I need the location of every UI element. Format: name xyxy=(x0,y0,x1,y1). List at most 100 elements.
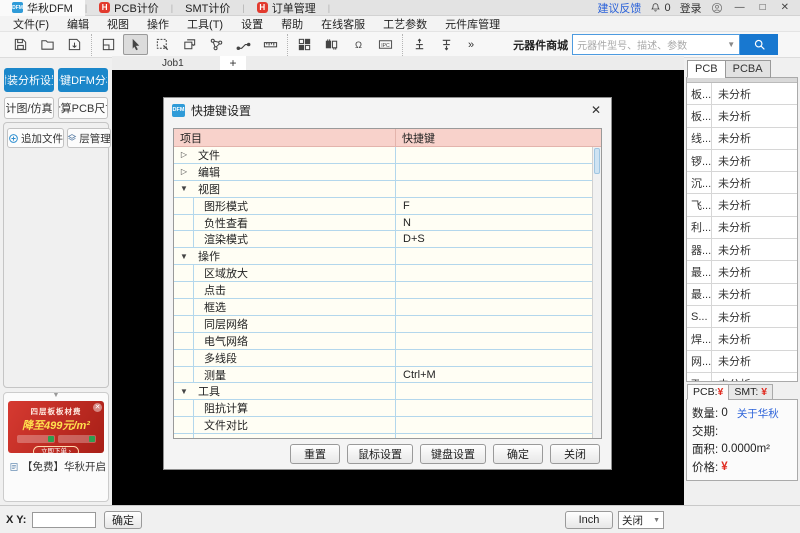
analysis-row[interactable]: 线...未分析 xyxy=(687,128,797,150)
scrollbar-thumb[interactable] xyxy=(594,148,600,174)
shortcut-row[interactable]: 电气网络 xyxy=(174,333,592,350)
probe-bottom-icon[interactable] xyxy=(434,34,459,55)
collapsed-icon[interactable]: ▷ xyxy=(174,147,194,163)
zoom-window-icon[interactable] xyxy=(150,34,175,55)
row-gutter[interactable] xyxy=(174,434,194,438)
menu-item[interactable]: 设置 xyxy=(232,16,272,32)
tab-smt-price[interactable]: SMT: ¥ xyxy=(728,384,773,400)
row-gutter[interactable] xyxy=(174,417,194,433)
promo-notice[interactable]: 【免费】华秋开启… xyxy=(9,459,105,474)
analysis-row[interactable]: 沉...未分析 xyxy=(687,172,797,194)
expanded-icon[interactable]: ▼ xyxy=(174,383,194,399)
shortcut-row[interactable]: 图形模式F xyxy=(174,198,592,215)
component-icon[interactable] xyxy=(319,34,344,55)
shortcut-row[interactable]: 测量Ctrl+M xyxy=(174,367,592,384)
menu-item[interactable]: 视图 xyxy=(98,16,138,32)
row-gutter[interactable] xyxy=(174,350,194,366)
select-icon[interactable] xyxy=(123,34,148,55)
row-gutter[interactable] xyxy=(174,282,194,298)
xy-confirm-button[interactable]: 确定 xyxy=(104,511,142,529)
menu-item[interactable]: 帮助 xyxy=(272,16,312,32)
shortcut-row[interactable]: ▷编辑 xyxy=(174,164,592,181)
shortcut-row[interactable]: 阻抗计算 xyxy=(174,400,592,417)
promo-banner[interactable]: ✕ 四层板板材费 降至499元/m² 立即下单 › xyxy=(8,401,104,453)
shortcut-row[interactable]: ▼工具 xyxy=(174,383,592,400)
fit-view-icon[interactable] xyxy=(96,34,121,55)
row-gutter[interactable] xyxy=(174,316,194,332)
ipc-netlist-icon[interactable]: IPC xyxy=(373,34,398,55)
promo-close-icon[interactable]: ✕ xyxy=(93,403,102,412)
dialog-button[interactable]: 确定 xyxy=(493,444,543,464)
net-nodes-icon[interactable] xyxy=(204,34,229,55)
menu-item[interactable]: 在线客服 xyxy=(312,16,374,32)
analysis-row[interactable]: 利...未分析 xyxy=(687,217,797,239)
app-tab[interactable]: SMT计价 xyxy=(173,0,242,16)
promo-order-button[interactable]: 立即下单 › xyxy=(33,446,79,453)
calc-pcb-size-button[interactable]: 计算PCB尺寸 xyxy=(58,97,108,119)
shortcut-row[interactable]: ▷文件 xyxy=(174,147,592,164)
app-tab[interactable]: DFM华秋DFM xyxy=(0,0,85,16)
shortcut-row[interactable]: 框选 xyxy=(174,299,592,316)
save-icon[interactable] xyxy=(8,34,33,55)
rotate-select-icon[interactable] xyxy=(177,34,202,55)
analysis-row[interactable]: 飞...未分析 xyxy=(687,194,797,216)
expanded-icon[interactable]: ▼ xyxy=(174,248,194,264)
probe-top-icon[interactable] xyxy=(407,34,432,55)
shortcut-row[interactable]: 点击 xyxy=(174,282,592,299)
app-tab[interactable]: H订单管理 xyxy=(245,0,328,16)
measure-ruler-icon[interactable] xyxy=(258,34,283,55)
analysis-row[interactable]: 孔...未分析 xyxy=(687,373,797,382)
append-file-button[interactable]: 追加文件 xyxy=(7,128,64,148)
analysis-row[interactable]: S...未分析 xyxy=(687,306,797,328)
tab-pcb[interactable]: PCB xyxy=(687,60,726,78)
design-sim-button[interactable]: 设计图/仿真图 xyxy=(4,97,54,119)
dialog-close-icon[interactable]: ✕ xyxy=(589,103,603,117)
row-gutter[interactable] xyxy=(174,367,194,383)
shortcut-row[interactable]: ▼视图 xyxy=(174,181,592,198)
dialog-button[interactable]: 重置 xyxy=(290,444,340,464)
one-key-dfm-button[interactable]: 一键DFM分析 xyxy=(58,68,108,92)
analysis-row[interactable]: 板...未分析 xyxy=(687,83,797,105)
package-analysis-button[interactable]: 封装分析设置 xyxy=(4,68,54,92)
shortcut-row[interactable]: 同层网络 xyxy=(174,316,592,333)
row-gutter[interactable] xyxy=(174,215,194,231)
toolbar-overflow-chevron[interactable]: » xyxy=(463,39,479,51)
chevron-down-icon[interactable]: ▼ xyxy=(727,40,735,49)
notification-area[interactable]: 0 xyxy=(650,2,670,14)
trace-route-icon[interactable] xyxy=(231,34,256,55)
collapse-chevron-icon[interactable]: ▼ xyxy=(53,392,60,399)
login-link[interactable]: 登录 xyxy=(680,0,702,16)
row-gutter[interactable] xyxy=(174,400,194,416)
row-gutter[interactable] xyxy=(174,265,194,281)
menu-item[interactable]: 文件(F) xyxy=(4,16,58,32)
open-icon[interactable] xyxy=(35,34,60,55)
menu-item[interactable]: 编辑 xyxy=(58,16,98,32)
minimize-button[interactable]: — xyxy=(732,2,748,13)
shortcut-row[interactable]: 文件对比 xyxy=(174,417,592,434)
search-button[interactable] xyxy=(740,34,778,55)
dialog-scrollbar[interactable] xyxy=(592,147,601,438)
layer-manage-button[interactable]: 层管理 xyxy=(67,128,111,148)
analysis-row[interactable]: 最...未分析 xyxy=(687,261,797,283)
dialog-button[interactable]: 关闭 xyxy=(550,444,600,464)
row-gutter[interactable] xyxy=(174,198,194,214)
export-icon[interactable] xyxy=(62,34,87,55)
tab-pcb-price[interactable]: PCB:¥ xyxy=(687,384,729,400)
analysis-row[interactable]: 板...未分析 xyxy=(687,105,797,127)
dialog-button[interactable]: 鼠标设置 xyxy=(347,444,413,464)
shortcut-row[interactable]: ▼操作 xyxy=(174,248,592,265)
shortcut-row[interactable] xyxy=(174,434,592,438)
tab-pcba[interactable]: PCBA xyxy=(725,60,771,78)
feedback-link[interactable]: 建议反馈 xyxy=(597,0,641,16)
analysis-row[interactable]: 器...未分析 xyxy=(687,239,797,261)
user-avatar-icon[interactable] xyxy=(711,2,723,14)
shortcut-row[interactable]: 多线段 xyxy=(174,350,592,367)
analysis-row[interactable]: 锣...未分析 xyxy=(687,150,797,172)
expanded-icon[interactable]: ▼ xyxy=(174,181,194,197)
row-gutter[interactable] xyxy=(174,231,194,247)
analysis-row[interactable]: 网...未分析 xyxy=(687,351,797,373)
app-tab[interactable]: HPCB计价 xyxy=(87,0,171,16)
dialog-titlebar[interactable]: DFM 快捷键设置 ✕ xyxy=(164,98,611,122)
menu-item[interactable]: 工具(T) xyxy=(178,16,232,32)
close-button[interactable]: ✕ xyxy=(778,2,792,13)
